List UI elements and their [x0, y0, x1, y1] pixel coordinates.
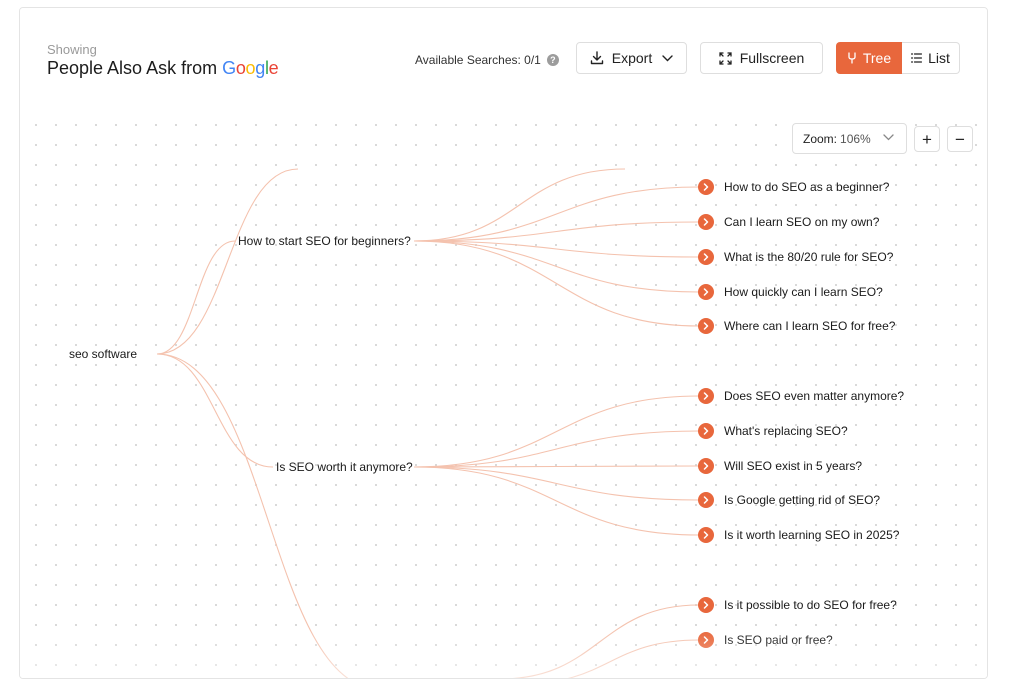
question-item[interactable]: Is it possible to do SEO for free?	[698, 596, 897, 614]
tree-link	[413, 240, 700, 327]
zoom-value: 106%	[840, 131, 871, 146]
zoom-out-button[interactable]: −	[947, 126, 973, 152]
google-letter: e	[268, 58, 279, 78]
question-circle-icon[interactable]: ?	[546, 54, 559, 66]
page-title-text: People Also Ask from	[47, 58, 218, 78]
question-item[interactable]: Is it worth learning SEO in 2025?	[698, 526, 899, 544]
question-item[interactable]: Is Google getting rid of SEO?	[698, 491, 880, 509]
question-text: Can I learn SEO on my own?	[724, 215, 880, 229]
google-letter: g	[255, 58, 265, 78]
question-text: What's replacing SEO?	[724, 424, 848, 438]
question-text: Where can I learn SEO for free?	[724, 319, 896, 333]
question-text: Is it worth learning SEO in 2025?	[724, 528, 900, 542]
showing-label: Showing	[47, 42, 97, 57]
google-letter: o	[235, 58, 246, 78]
tree-view-button[interactable]: Tree	[836, 42, 902, 74]
tree-link	[413, 221, 700, 242]
zoom-select[interactable]: Zoom: 106%	[792, 123, 907, 154]
chevron-down-icon	[883, 134, 894, 141]
question-item[interactable]: Where can I learn SEO for free?	[698, 317, 895, 335]
tree-link	[413, 186, 700, 242]
fullscreen-label: Fullscreen	[739, 50, 805, 66]
question-text: Is it possible to do SEO for free?	[724, 598, 897, 612]
available-searches-text: Available Searches: 0/1	[415, 53, 541, 67]
chevron-right-icon[interactable]	[698, 423, 714, 439]
fullscreen-button[interactable]: Fullscreen	[700, 42, 823, 74]
question-item[interactable]: Is SEO paid or free?	[698, 631, 833, 649]
tree-icon	[847, 52, 857, 64]
page-title: People Also Ask from Google	[47, 58, 279, 79]
question-text: How quickly can I learn SEO?	[724, 285, 883, 299]
chevron-right-icon[interactable]	[698, 318, 714, 334]
tree-link	[156, 240, 236, 355]
tree-link	[413, 466, 700, 536]
question-item[interactable]: Will SEO exist in 5 years?	[698, 457, 862, 475]
question-text: Is SEO paid or free?	[724, 633, 833, 647]
list-view-button[interactable]: List	[902, 42, 960, 74]
tree-link	[413, 168, 626, 242]
available-searches: Available Searches: 0/1 ?	[415, 53, 559, 67]
tree-link	[156, 168, 299, 355]
zoom-in-button[interactable]: +	[914, 126, 940, 152]
question-item[interactable]: What is the 80/20 rule for SEO?	[698, 248, 893, 266]
tree-link	[413, 240, 700, 258]
tree-link	[413, 466, 700, 501]
export-button[interactable]: Export	[576, 42, 687, 74]
chevron-right-icon[interactable]	[698, 492, 714, 508]
chevron-right-icon[interactable]	[698, 179, 714, 195]
view-toggle: Tree List	[836, 42, 960, 74]
tree-link	[413, 395, 700, 468]
question-item[interactable]: How quickly can I learn SEO?	[698, 283, 883, 301]
question-item[interactable]: What's replacing SEO?	[698, 422, 848, 440]
chevron-right-icon[interactable]	[698, 249, 714, 265]
chevron-right-icon[interactable]	[698, 527, 714, 543]
list-icon	[911, 53, 923, 63]
question-text: Will SEO exist in 5 years?	[724, 459, 863, 473]
tree-link	[413, 430, 700, 468]
header: Showing People Also Ask from Google Avai…	[20, 8, 987, 110]
question-text: How to do SEO as a beginner?	[724, 180, 890, 194]
chevron-down-icon	[662, 54, 673, 62]
chevron-right-icon[interactable]	[698, 458, 714, 474]
tree-canvas[interactable]: Zoom: 106% + − seo software How to start…	[20, 109, 987, 678]
google-letter: o	[245, 58, 256, 78]
question-item[interactable]: Can I learn SEO on my own?	[698, 213, 879, 231]
paa-panel: Showing People Also Ask from Google Avai…	[19, 7, 988, 679]
zoom-label: Zoom:	[803, 131, 838, 146]
tree-branch-node[interactable]: Is SEO worth it anymore?	[276, 460, 413, 474]
export-label: Export	[611, 50, 653, 66]
tree-root-node[interactable]: seo software	[69, 347, 137, 361]
google-logo: Google	[222, 58, 279, 78]
tree-link	[567, 639, 700, 678]
tree-link	[156, 353, 274, 468]
chevron-right-icon[interactable]	[698, 214, 714, 230]
question-text: Is Google getting rid of SEO?	[724, 493, 881, 507]
question-text: What is the 80/20 rule for SEO?	[724, 250, 894, 264]
question-text: Does SEO even matter anymore?	[724, 389, 905, 403]
question-item[interactable]: How to do SEO as a beginner?	[698, 178, 889, 196]
chevron-right-icon[interactable]	[698, 597, 714, 613]
chevron-right-icon[interactable]	[698, 284, 714, 300]
tree-branch-node[interactable]: How to start SEO for beginners?	[238, 234, 411, 248]
download-icon	[590, 51, 604, 65]
tree-link	[156, 353, 349, 678]
question-item[interactable]: Does SEO even matter anymore?	[698, 387, 904, 405]
chevron-right-icon[interactable]	[698, 388, 714, 404]
tree-view-label: Tree	[862, 50, 892, 66]
chevron-right-icon[interactable]	[698, 632, 714, 648]
list-view-label: List	[928, 50, 950, 66]
google-letter: G	[222, 58, 236, 78]
expand-icon	[719, 51, 732, 65]
